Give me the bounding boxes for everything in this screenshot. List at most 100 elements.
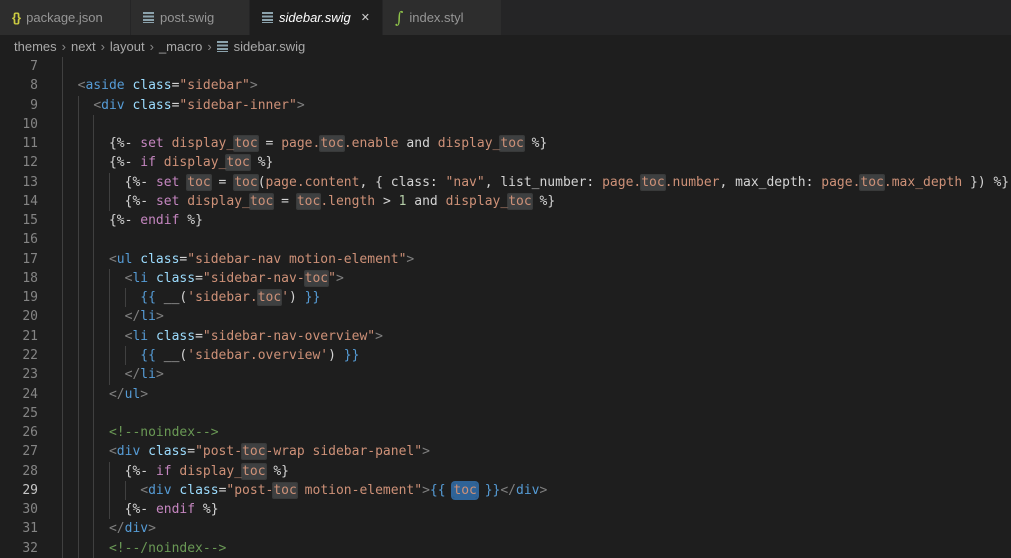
line-number[interactable]: 9 [0,96,38,115]
code-text: <aside class="sidebar"> [62,76,258,95]
line-number[interactable]: 11 [0,134,38,153]
breadcrumb-file[interactable]: sidebar.swig [217,39,306,54]
word-highlight: toc [187,175,210,190]
code-line[interactable]: 15 {%- endif %} [0,211,1011,230]
breadcrumb-item-layout[interactable]: layout [110,39,145,54]
line-number[interactable]: 16 [0,230,38,249]
line-number[interactable]: 14 [0,192,38,211]
file-lines-icon [217,41,228,52]
code-line[interactable]: 10 [0,115,1011,134]
word-highlight: toc [320,136,343,151]
word-highlight: toc [242,444,265,459]
code-text: {%- set display_toc = toc.length > 1 and… [62,192,555,211]
code-line[interactable]: 24 </ul> [0,385,1011,404]
word-highlight: toc [500,136,523,151]
code-line[interactable]: 17 <ul class="sidebar-nav motion-element… [0,250,1011,269]
breadcrumb: themes›next›layout›_macro›sidebar.swig [0,35,1011,57]
line-number[interactable]: 32 [0,539,38,558]
close-icon[interactable]: ✕ [361,11,370,24]
chevron-right-icon: › [62,39,66,54]
word-highlight: toc [508,194,531,209]
breadcrumb-item-_macro[interactable]: _macro [159,39,202,54]
chevron-right-icon: › [207,39,211,54]
word-highlight: toc [297,194,320,209]
line-number[interactable]: 8 [0,76,38,95]
code-line[interactable]: 25 [0,404,1011,423]
line-number[interactable]: 22 [0,346,38,365]
code-line[interactable]: 27 <div class="post-toc-wrap sidebar-pan… [0,442,1011,461]
code-line[interactable]: 11 {%- set display_toc = page.toc.enable… [0,134,1011,153]
line-number[interactable]: 24 [0,385,38,404]
code-text: {%- set toc = toc(page.content, { class:… [62,173,1009,192]
line-number[interactable]: 12 [0,153,38,172]
breadcrumb-file-label: sidebar.swig [234,39,306,54]
tab-index.styl[interactable]: ∫index.styl [383,0,502,35]
line-number[interactable]: 19 [0,288,38,307]
code-line[interactable]: 8 <aside class="sidebar"> [0,76,1011,95]
code-line[interactable]: 13 {%- set toc = toc(page.content, { cla… [0,173,1011,192]
code-line[interactable]: 16 [0,230,1011,249]
vscode-window: {}package.jsonpost.swigsidebar.swig✕∫ind… [0,0,1011,558]
stylus-icon: ∫ [395,12,403,23]
code-line[interactable]: 19 {{ __('sidebar.toc') }} [0,288,1011,307]
code-line[interactable]: 23 </li> [0,365,1011,384]
line-number[interactable]: 27 [0,442,38,461]
tab-sidebar.swig[interactable]: sidebar.swig✕ [250,0,383,35]
line-number[interactable]: 23 [0,365,38,384]
line-number[interactable]: 18 [0,269,38,288]
tab-post.swig[interactable]: post.swig [131,0,250,35]
code-line[interactable]: 14 {%- set display_toc = toc.length > 1 … [0,192,1011,211]
word-highlight: toc [250,194,273,209]
line-number[interactable]: 31 [0,519,38,538]
code-line[interactable]: 30 {%- endif %} [0,500,1011,519]
code-text: <li class="sidebar-nav-overview"> [62,327,383,346]
word-highlight: toc [305,271,328,286]
code-line[interactable]: 21 <li class="sidebar-nav-overview"> [0,327,1011,346]
code-line[interactable]: 29 <div class="post-toc motion-element">… [0,481,1011,500]
breadcrumb-item-next[interactable]: next [71,39,96,54]
line-number[interactable]: 21 [0,327,38,346]
code-line[interactable]: 20 </li> [0,307,1011,326]
word-highlight: toc [242,464,265,479]
word-highlight: toc [860,175,883,190]
word-highlight: toc [226,155,249,170]
line-number[interactable]: 15 [0,211,38,230]
indent-guide [93,230,94,249]
line-number[interactable]: 17 [0,250,38,269]
code-text: {%- if display_toc %} [62,462,289,481]
code-line[interactable]: 28 {%- if display_toc %} [0,462,1011,481]
code-text: <ul class="sidebar-nav motion-element"> [62,250,414,269]
line-number[interactable]: 20 [0,307,38,326]
code-line[interactable]: 7 [0,57,1011,76]
code-text: {%- set display_toc = page.toc.enable an… [62,134,547,153]
indent-guide [93,404,94,423]
code-line[interactable]: 32 <!--/noindex--> [0,539,1011,558]
code-line[interactable]: 22 {{ __('sidebar.overview') }} [0,346,1011,365]
code-line[interactable]: 18 <li class="sidebar-nav-toc"> [0,269,1011,288]
line-number[interactable]: 28 [0,462,38,481]
line-number[interactable]: 26 [0,423,38,442]
line-number[interactable]: 29 [0,481,38,500]
code-text: <!--/noindex--> [62,539,226,558]
tab-package.json[interactable]: {}package.json [0,0,131,35]
line-number[interactable]: 13 [0,173,38,192]
breadcrumb-item-themes[interactable]: themes [14,39,57,54]
word-highlight: toc [641,175,664,190]
selection-highlight: toc [453,483,476,498]
line-number[interactable]: 25 [0,404,38,423]
code-text: <li class="sidebar-nav-toc"> [62,269,344,288]
code-line[interactable]: 12 {%- if display_toc %} [0,153,1011,172]
code-line[interactable]: 31 </div> [0,519,1011,538]
code-text: <div class="post-toc-wrap sidebar-panel"… [62,442,430,461]
file-lines-icon [262,12,273,23]
json-braces-icon: {} [12,10,20,25]
line-number[interactable]: 10 [0,115,38,134]
line-number[interactable]: 7 [0,57,38,76]
code-line[interactable]: 26 <!--noindex--> [0,423,1011,442]
code-text: </div> [62,519,156,538]
indent-guide [62,57,63,76]
line-number[interactable]: 30 [0,500,38,519]
code-line[interactable]: 9 <div class="sidebar-inner"> [0,96,1011,115]
indent-guide [62,230,63,249]
indent-guide [62,115,63,134]
